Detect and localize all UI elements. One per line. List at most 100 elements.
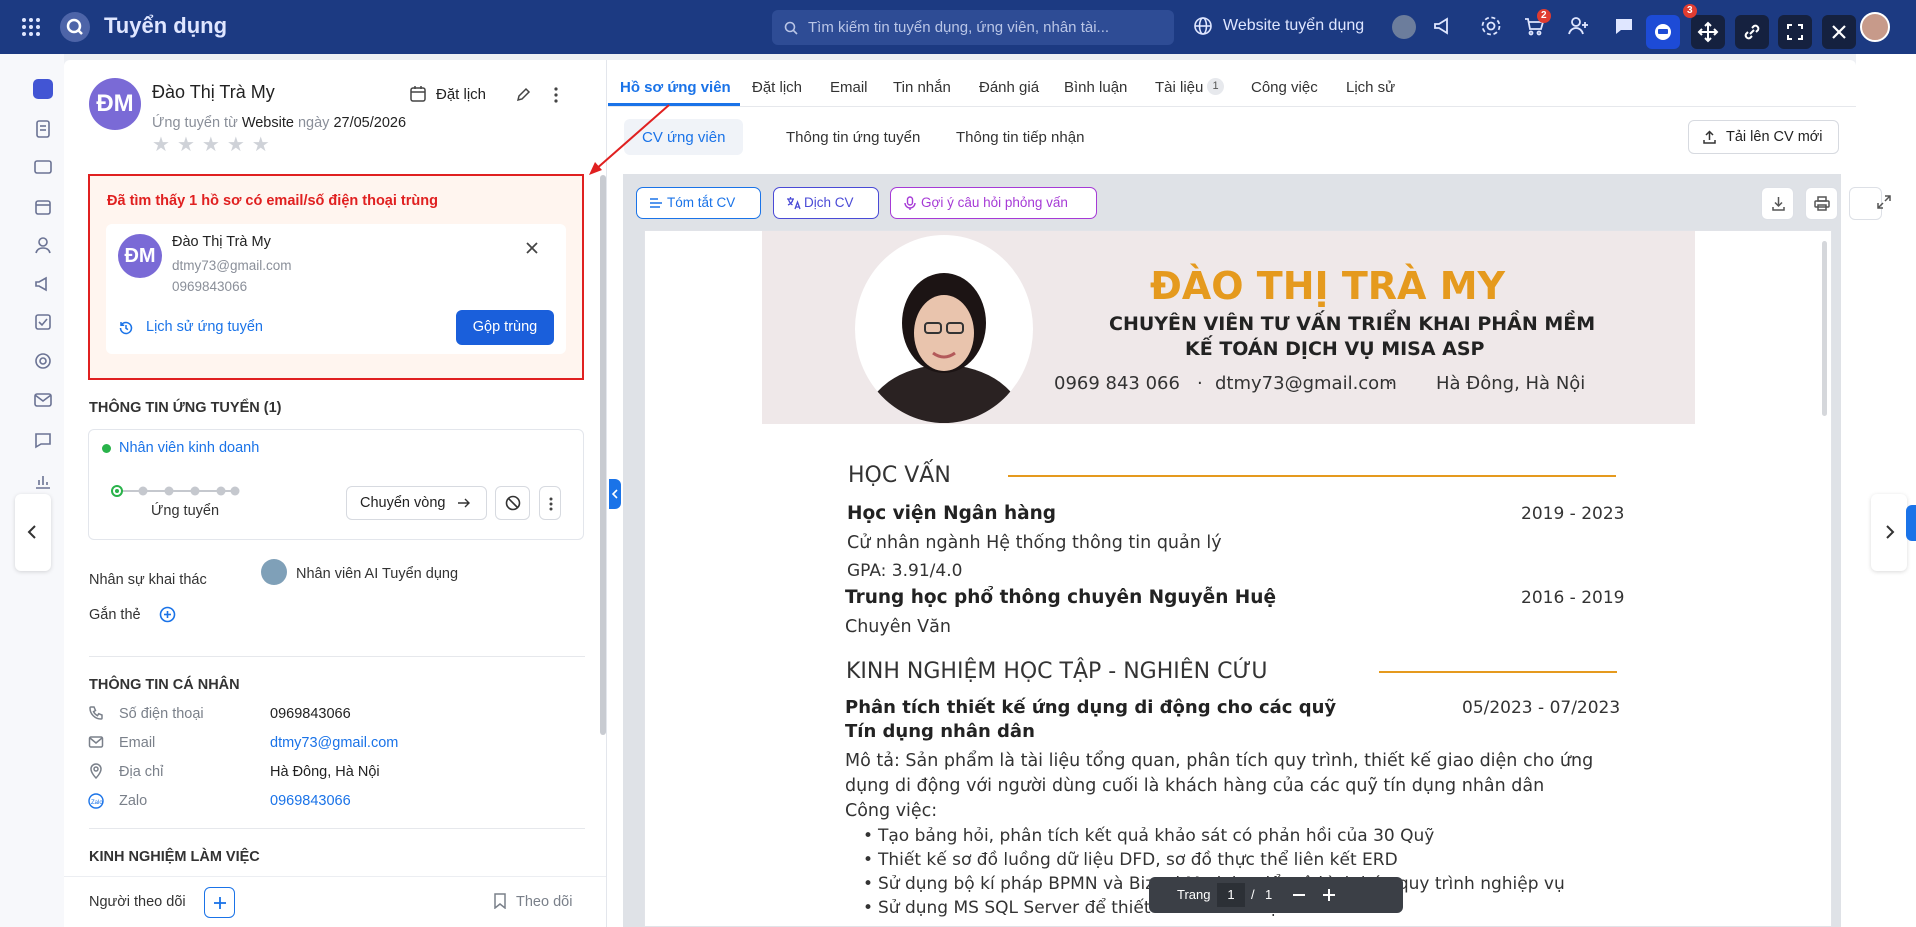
star-icon[interactable]: ★ <box>177 134 195 156</box>
app-switch-icon[interactable] <box>33 79 53 99</box>
globe-icon[interactable] <box>1193 16 1213 36</box>
tab-schedule[interactable]: Đặt lịch <box>752 79 802 96</box>
upload-cv-button[interactable]: Tải lên CV mới <box>1688 120 1839 154</box>
arrow-right-icon <box>457 497 471 509</box>
summarize-cv-button[interactable]: Tóm tắt CV <box>636 187 761 219</box>
zalo-icon: Zalo <box>88 793 104 809</box>
talent-icon[interactable] <box>33 235 53 255</box>
plus-icon <box>212 895 228 911</box>
tab-evaluation[interactable]: Đánh giá <box>979 79 1039 96</box>
email-link[interactable]: dtmy73@gmail.com <box>270 735 398 751</box>
more-vertical-icon <box>549 497 553 511</box>
cv-heading-rule <box>1379 671 1617 673</box>
cv-title-line2: KẾ TOÁN DỊCH VỤ MISA ASP <box>1185 338 1485 360</box>
application-card: Nhân viên kinh doanh Ứng tuyển Chuyển vò… <box>88 429 584 540</box>
zoom-in-icon[interactable] <box>1321 887 1337 903</box>
edit-pencil-icon[interactable] <box>515 87 531 103</box>
page-number-input[interactable]: 1 <box>1217 883 1245 907</box>
star-icon[interactable]: ★ <box>202 134 220 156</box>
cv-bullet-text: Thiết kế sơ đồ luồng dữ liệu DFD, sơ đồ … <box>878 850 1398 870</box>
global-search-input[interactable]: Tìm kiếm tin tuyển dụng, ứng viên, nhân … <box>772 10 1174 45</box>
copy-link-button[interactable] <box>1735 15 1769 49</box>
mail-icon[interactable] <box>33 390 53 410</box>
duplicate-email: dtmy73@gmail.com <box>172 258 292 273</box>
more-vertical-icon[interactable] <box>554 87 558 103</box>
profile-card-icon[interactable] <box>33 157 53 177</box>
website-link[interactable]: Website tuyển dụng <box>1223 17 1364 35</box>
star-icon[interactable]: ★ <box>152 134 170 156</box>
download-icon <box>1771 196 1786 211</box>
move-stage-button[interactable]: Chuyển vòng <box>346 486 487 520</box>
notification-badge: 3 <box>1683 4 1697 18</box>
tabs-divider <box>608 106 1856 107</box>
message-icon[interactable] <box>33 430 53 450</box>
download-cv-button[interactable] <box>1761 187 1794 220</box>
next-candidate-button[interactable] <box>1871 494 1907 571</box>
megaphone-icon[interactable] <box>1432 14 1458 40</box>
recruiter-label: Nhân sự khai thác <box>89 572 207 588</box>
tab-email[interactable]: Email <box>830 79 868 96</box>
cv-bullet-item: • <box>863 826 874 846</box>
tab-tasks[interactable]: Công việc <box>1251 79 1318 96</box>
zalo-link[interactable]: 0969843066 <box>270 793 351 809</box>
previous-candidate-button[interactable] <box>15 494 51 571</box>
candidate-name: Đào Thị Trà My <box>152 82 275 102</box>
close-modal-button[interactable] <box>1822 15 1856 49</box>
subtab-intake-info[interactable]: Thông tin tiếp nhận <box>938 119 1102 155</box>
tab-documents[interactable]: Tài liệu <box>1155 79 1203 96</box>
candidate-modal: ĐM Đào Thị Trà My Ứng tuyển từ Website n… <box>64 60 1891 927</box>
document-icon[interactable] <box>33 119 53 139</box>
gear-icon[interactable] <box>1479 14 1505 40</box>
add-tag-icon[interactable] <box>159 606 176 623</box>
cv-exp1-title-line2: Tín dụng nhân dân <box>845 721 1035 742</box>
bookmark-icon <box>494 893 506 909</box>
cv-scrollbar[interactable] <box>1822 241 1827 416</box>
ai-avatar-icon[interactable] <box>1392 15 1416 39</box>
add-user-icon[interactable] <box>1566 14 1592 40</box>
followers-footer: Người theo dõi Theo dõi <box>64 876 606 927</box>
tab-profile[interactable]: Hồ sơ ứng viên <box>620 79 731 96</box>
task-check-icon[interactable] <box>33 312 53 332</box>
work-section-title: KINH NGHIỆM LÀM VIỆC <box>89 849 260 865</box>
calendar-icon[interactable] <box>33 197 53 217</box>
merge-duplicate-button[interactable]: Gộp trùng <box>456 310 554 345</box>
move-button[interactable] <box>1691 15 1725 49</box>
cv-phone: 0969 843 066 <box>1054 373 1180 394</box>
subtab-application-info[interactable]: Thông tin ứng tuyển <box>768 119 938 155</box>
documents-count-badge: 1 <box>1207 78 1224 95</box>
expand-cv-button[interactable] <box>1849 187 1882 220</box>
candidate-avatar: ĐM <box>89 78 141 130</box>
chat-icon[interactable] <box>1612 14 1638 40</box>
page-separator: / <box>1251 887 1255 902</box>
print-cv-button[interactable] <box>1805 187 1838 220</box>
side-panel-tab[interactable] <box>1906 505 1916 541</box>
rating-stars[interactable]: ★ ★ ★ ★ ★ <box>152 132 277 157</box>
star-icon[interactable]: ★ <box>252 134 270 156</box>
application-section-title: THÔNG TIN ỨNG TUYỂN (1) <box>89 400 282 416</box>
campaign-icon[interactable] <box>33 274 53 294</box>
translate-cv-button[interactable]: Dịch CV <box>773 187 879 219</box>
position-link[interactable]: Nhân viên kinh doanh <box>119 440 259 456</box>
phone-label: Số điện thoại <box>119 706 204 722</box>
cv-edu1-gpa: GPA: 3.91/4.0 <box>847 561 963 581</box>
tab-comments[interactable]: Bình luận <box>1064 79 1127 96</box>
fullscreen-button[interactable] <box>1778 15 1812 49</box>
user-avatar[interactable] <box>1860 12 1890 42</box>
report-icon[interactable] <box>33 471 53 491</box>
application-more-button[interactable] <box>539 486 561 520</box>
suggest-questions-button[interactable]: Gợi ý câu hỏi phỏng vấn <box>890 187 1097 219</box>
messenger-button[interactable] <box>1646 15 1680 49</box>
cv-separator: · <box>1197 373 1203 394</box>
star-icon[interactable]: ★ <box>227 134 245 156</box>
tab-messages[interactable]: Tin nhắn <box>893 79 951 96</box>
close-icon[interactable] <box>526 242 538 254</box>
reject-button[interactable] <box>495 486 530 520</box>
target-icon[interactable] <box>33 351 53 371</box>
add-follower-button[interactable] <box>204 887 235 918</box>
tab-history[interactable]: Lịch sử <box>1346 79 1395 96</box>
zoom-out-icon[interactable] <box>1291 887 1307 903</box>
apps-grid-icon[interactable] <box>20 16 42 38</box>
left-panel-scrollbar[interactable] <box>600 175 606 735</box>
cv-edu1-years: 2019 - 2023 <box>1521 504 1625 524</box>
status-dot-icon <box>102 444 111 453</box>
